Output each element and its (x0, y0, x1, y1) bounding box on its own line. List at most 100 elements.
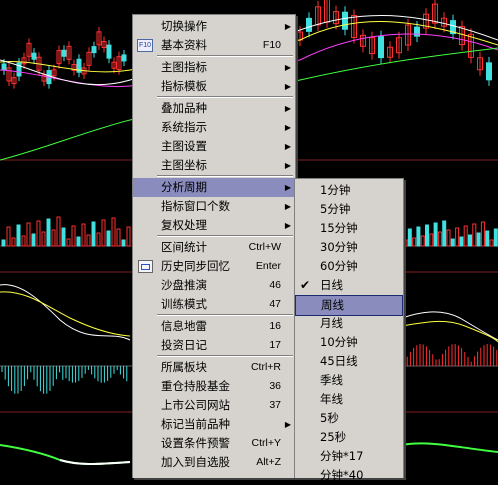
period-option-label: 60分钟 (320, 259, 358, 273)
period-option-label: 5秒 (320, 411, 339, 425)
menu-item-label: 指标模板 (161, 79, 207, 93)
menu-item[interactable]: 所属板块 Ctrl+R (133, 358, 295, 377)
volume-bar (41, 231, 46, 247)
volume-bar (446, 229, 451, 247)
period-option[interactable]: 15分钟 (295, 219, 403, 238)
volume-bar (91, 221, 96, 247)
period-option-label: 年线 (320, 392, 343, 406)
period-option[interactable]: 60分钟 (295, 257, 403, 276)
volume-bar (31, 233, 36, 247)
volume-bar (463, 225, 468, 247)
submenu-arrow-icon: ▶ (284, 123, 291, 132)
menu-item-shortcut: Ctrl+R (250, 361, 281, 373)
menu-item-label: 所属板块 (161, 360, 207, 374)
menu-item[interactable]: F10 基本资料 F10 (133, 36, 295, 55)
menu-item-label: 主图设置 (161, 139, 207, 153)
submenu-arrow-icon: ▶ (284, 221, 291, 230)
menu-item[interactable]: 重仓持股基金 36 (133, 377, 295, 396)
menu-item-label: 基本资料 (161, 38, 207, 52)
menu-item-shortcut: 16 (269, 320, 281, 332)
menu-item[interactable]: 指标窗口个数 ▶ (133, 197, 295, 216)
period-option-label: 季线 (320, 373, 343, 387)
menu-item[interactable]: 上市公司网站 37 (133, 396, 295, 415)
volume-bar (71, 225, 76, 247)
menu-item[interactable]: 历史同步回忆 Enter (133, 257, 295, 276)
menu-item[interactable]: 主图设置 ▶ (133, 137, 295, 156)
submenu-arrow-icon: ▶ (284, 161, 291, 170)
menu-item-label: 主图坐标 (161, 158, 207, 172)
checkmark-icon: ✔ (300, 278, 311, 292)
volume-bar (51, 229, 56, 247)
period-option[interactable]: 30分钟 (295, 238, 403, 257)
volume-bar (480, 221, 485, 247)
menu-item[interactable]: 沙盘推演 46 (133, 276, 295, 295)
menu-item-shortcut: 47 (269, 298, 281, 310)
period-option[interactable]: 10分钟 (295, 333, 403, 352)
volume-bar (472, 223, 477, 247)
menu-item-shortcut: F10 (262, 39, 281, 51)
menu-separator (157, 175, 293, 177)
submenu-arrow-icon: ▶ (284, 82, 291, 91)
candle-body (378, 36, 384, 59)
candle-body (91, 46, 97, 54)
volume-bar (26, 222, 31, 247)
submenu-arrow-icon: ▶ (284, 142, 291, 151)
period-option[interactable]: 5秒 (295, 409, 403, 428)
period-option-label: 15分钟 (320, 221, 358, 235)
volume-bar (485, 230, 490, 247)
menu-item-label: 加入到自选股 (161, 455, 230, 469)
menu-item-label: 分析周期 (161, 180, 207, 194)
period-option-label: 分钟*40 (320, 468, 364, 482)
volume-bar (101, 219, 106, 247)
menu-item[interactable]: 主图指标 ▶ (133, 58, 295, 77)
menu-item[interactable]: 标记当前品种 ▶ (133, 415, 295, 434)
period-option[interactable]: 分钟*40 (295, 466, 403, 485)
menu-item[interactable]: 加入到自选股 Alt+Z (133, 453, 295, 472)
period-option[interactable]: 45日线 (295, 352, 403, 371)
candle-body (486, 62, 492, 81)
menu-item-label: 训练模式 (161, 297, 207, 311)
period-option[interactable]: 周线 (295, 295, 403, 316)
menu-item[interactable]: 叠加品种 ▶ (133, 99, 295, 118)
menu-item[interactable]: 投资日记 17 (133, 336, 295, 355)
volume-bar (442, 220, 447, 247)
menu-item[interactable]: 系统指示 ▶ (133, 118, 295, 137)
menu-item[interactable]: 主图坐标 ▶ (133, 156, 295, 175)
period-option-label: 日线 (320, 278, 343, 292)
volume-bar (46, 218, 51, 247)
period-option[interactable]: 25秒 (295, 428, 403, 447)
menu-item[interactable]: 复权处理 ▶ (133, 216, 295, 235)
period-option[interactable]: 分钟*17 (295, 447, 403, 466)
candle-body (31, 52, 37, 60)
volume-bar (450, 238, 455, 247)
volume-bar (420, 235, 425, 247)
period-option[interactable]: 季线 (295, 371, 403, 390)
volume-bar (1, 239, 6, 247)
volume-bar (455, 227, 460, 247)
period-option[interactable]: 5分钟 (295, 200, 403, 219)
menu-item[interactable]: 训练模式 47 (133, 295, 295, 314)
menu-item[interactable]: 信息地雷 16 (133, 317, 295, 336)
period-option[interactable]: ✔ 日线 (295, 276, 403, 295)
menu-item-shortcut: Alt+Z (256, 456, 281, 468)
volume-bar (437, 231, 442, 247)
volume-bar (76, 236, 81, 247)
menu-item-label: 标记当前品种 (161, 417, 230, 431)
volume-bar (407, 228, 412, 247)
menu-item-shortcut: 36 (269, 380, 281, 392)
period-option[interactable]: 月线 (295, 314, 403, 333)
volume-bar (126, 226, 131, 247)
kdj-line-white (0, 284, 131, 341)
menu-item[interactable]: 指标模板 ▶ (133, 77, 295, 96)
period-option-label: 5分钟 (320, 202, 351, 216)
menu-item[interactable]: 分析周期 ▶ (133, 178, 295, 197)
volume-bar (468, 234, 472, 247)
volume-bar (116, 228, 121, 247)
menu-item[interactable]: 区间统计 Ctrl+W (133, 238, 295, 257)
period-option[interactable]: 年线 (295, 390, 403, 409)
period-option[interactable]: 1分钟 (295, 181, 403, 200)
volume-bar (425, 224, 429, 247)
menu-separator (157, 314, 293, 316)
menu-item[interactable]: 切换操作 ▶ (133, 17, 295, 36)
menu-item[interactable]: 设置条件预警 Ctrl+Y (133, 434, 295, 453)
